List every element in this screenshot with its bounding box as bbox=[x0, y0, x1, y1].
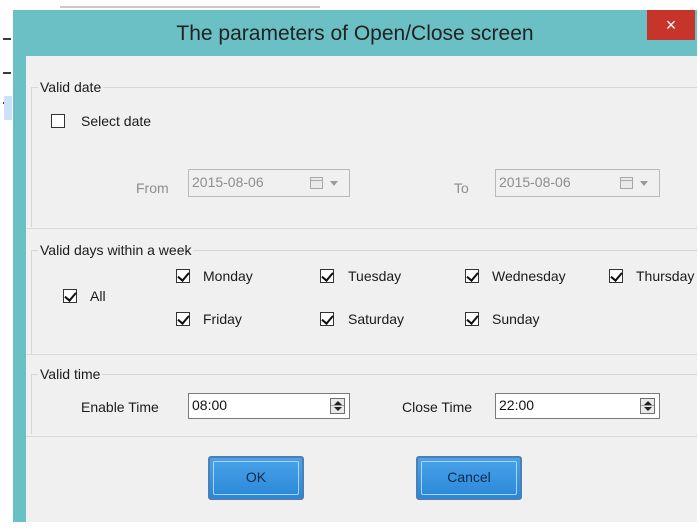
from-label: From bbox=[136, 180, 169, 196]
select-date-label: Select date bbox=[81, 113, 152, 129]
divider bbox=[26, 436, 697, 437]
wednesday-label: Wednesday bbox=[492, 268, 566, 284]
thursday-label: Thursday bbox=[636, 268, 695, 284]
cancel-button-label: Cancel bbox=[447, 469, 491, 485]
to-label: To bbox=[454, 180, 469, 196]
sunday-label: Sunday bbox=[492, 311, 540, 327]
tuesday-label: Tuesday bbox=[348, 268, 402, 284]
saturday-checkbox[interactable] bbox=[320, 312, 334, 326]
enable-time-value: 08:00 bbox=[192, 397, 228, 413]
parameters-dialog: The parameters of Open/Close screen × Va… bbox=[13, 10, 697, 522]
close-time-spinner[interactable] bbox=[640, 398, 655, 414]
background-text-line bbox=[60, 6, 320, 8]
background-left-edge bbox=[0, 0, 14, 531]
cancel-button[interactable]: Cancel bbox=[416, 456, 522, 500]
spin-down-icon bbox=[334, 407, 342, 411]
valid-time-title: Valid time bbox=[38, 366, 103, 382]
all-days-label: All bbox=[90, 288, 106, 304]
chevron-down-icon[interactable] bbox=[640, 181, 648, 186]
to-date-picker[interactable]: 2015-08-06 bbox=[495, 169, 660, 197]
tuesday-checkbox[interactable] bbox=[320, 269, 334, 283]
valid-date-title: Valid date bbox=[38, 79, 104, 95]
saturday-label: Saturday bbox=[348, 311, 405, 327]
select-date-checkbox[interactable] bbox=[51, 114, 65, 128]
background-selection bbox=[4, 96, 12, 120]
friday-checkbox[interactable] bbox=[176, 312, 190, 326]
close-time-value: 22:00 bbox=[499, 397, 535, 413]
monday-label: Monday bbox=[203, 268, 253, 284]
valid-days-title: Valid days within a week bbox=[38, 242, 194, 258]
monday-checkbox[interactable] bbox=[176, 269, 190, 283]
wednesday-checkbox[interactable] bbox=[465, 269, 479, 283]
close-button[interactable]: × bbox=[647, 10, 695, 40]
from-date-value: 2015-08-06 bbox=[192, 174, 264, 190]
friday-label: Friday bbox=[203, 311, 242, 327]
spin-down-icon bbox=[644, 407, 652, 411]
close-time-label: Close Time bbox=[402, 399, 473, 415]
calendar-icon[interactable] bbox=[620, 177, 633, 189]
dialog-title: The parameters of Open/Close screen bbox=[176, 22, 534, 45]
enable-time-label: Enable Time bbox=[81, 399, 159, 415]
to-date-value: 2015-08-06 bbox=[499, 174, 571, 190]
from-date-picker[interactable]: 2015-08-06 bbox=[188, 169, 350, 197]
enable-time-spinner[interactable] bbox=[330, 398, 345, 414]
calendar-icon[interactable] bbox=[310, 177, 323, 189]
valid-days-group: Valid days within a week bbox=[31, 242, 697, 354]
enable-time-input[interactable]: 08:00 bbox=[188, 393, 350, 419]
divider bbox=[26, 228, 697, 229]
divider bbox=[26, 354, 697, 355]
close-icon: × bbox=[665, 15, 677, 35]
close-time-input[interactable]: 22:00 bbox=[495, 393, 660, 419]
dialog-body: Valid date Select date From 2015-08-06 T… bbox=[26, 56, 697, 522]
ok-button-label: OK bbox=[245, 469, 267, 485]
valid-date-group: Valid date bbox=[31, 79, 697, 227]
chevron-down-icon[interactable] bbox=[330, 181, 338, 186]
all-days-checkbox[interactable] bbox=[63, 289, 77, 303]
sunday-checkbox[interactable] bbox=[465, 312, 479, 326]
ok-button[interactable]: OK bbox=[208, 456, 304, 500]
thursday-checkbox[interactable] bbox=[609, 269, 623, 283]
